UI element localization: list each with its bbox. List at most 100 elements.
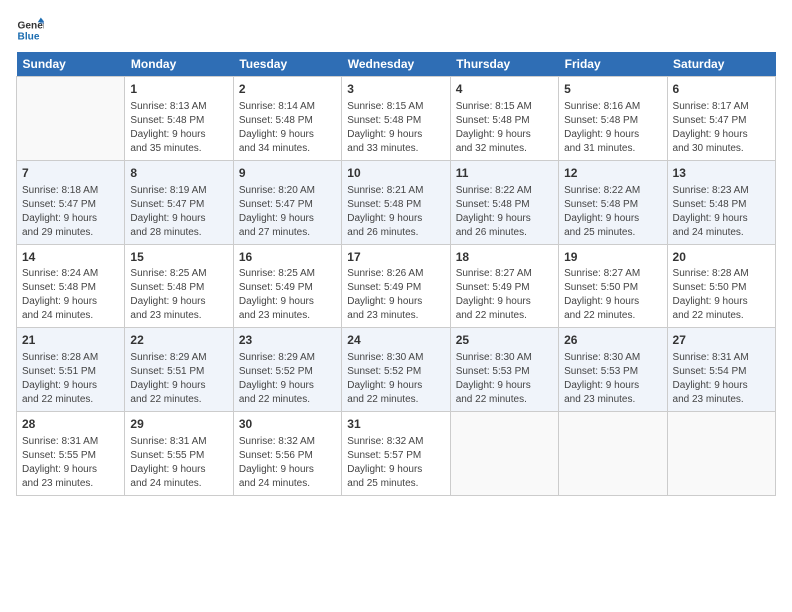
day-info: Daylight: 9 hours xyxy=(564,128,661,142)
day-info: Daylight: 9 hours xyxy=(239,379,336,393)
day-cell: 3Sunrise: 8:15 AMSunset: 5:48 PMDaylight… xyxy=(342,77,450,161)
day-info: Daylight: 9 hours xyxy=(347,212,444,226)
day-info: Daylight: 9 hours xyxy=(347,128,444,142)
day-info: Sunset: 5:48 PM xyxy=(22,281,119,295)
day-info: and 22 minutes. xyxy=(130,393,227,407)
day-number: 9 xyxy=(239,165,336,182)
day-info: Sunset: 5:57 PM xyxy=(347,449,444,463)
day-info: Sunrise: 8:22 AM xyxy=(456,184,553,198)
day-info: and 27 minutes. xyxy=(239,226,336,240)
day-info: and 23 minutes. xyxy=(564,393,661,407)
day-info: Daylight: 9 hours xyxy=(130,128,227,142)
day-cell: 1Sunrise: 8:13 AMSunset: 5:48 PMDaylight… xyxy=(125,77,233,161)
day-info: Sunset: 5:48 PM xyxy=(564,114,661,128)
day-number: 20 xyxy=(673,249,770,266)
day-info: Sunrise: 8:31 AM xyxy=(22,435,119,449)
day-info: and 26 minutes. xyxy=(347,226,444,240)
day-number: 5 xyxy=(564,81,661,98)
day-info: and 22 minutes. xyxy=(456,309,553,323)
day-info: Sunrise: 8:20 AM xyxy=(239,184,336,198)
day-cell: 20Sunrise: 8:28 AMSunset: 5:50 PMDayligh… xyxy=(667,244,775,328)
day-cell: 2Sunrise: 8:14 AMSunset: 5:48 PMDaylight… xyxy=(233,77,341,161)
day-info: Daylight: 9 hours xyxy=(673,379,770,393)
day-cell: 22Sunrise: 8:29 AMSunset: 5:51 PMDayligh… xyxy=(125,328,233,412)
day-info: Sunrise: 8:32 AM xyxy=(347,435,444,449)
day-info: and 30 minutes. xyxy=(673,142,770,156)
day-info: Sunset: 5:48 PM xyxy=(564,198,661,212)
day-number: 15 xyxy=(130,249,227,266)
day-info: Sunset: 5:49 PM xyxy=(347,281,444,295)
day-info: Daylight: 9 hours xyxy=(22,379,119,393)
day-info: and 25 minutes. xyxy=(564,226,661,240)
day-info: Sunrise: 8:30 AM xyxy=(564,351,661,365)
day-info: Sunrise: 8:14 AM xyxy=(239,100,336,114)
day-info: Sunrise: 8:24 AM xyxy=(22,267,119,281)
page-header: General Blue xyxy=(16,16,776,44)
week-row-4: 21Sunrise: 8:28 AMSunset: 5:51 PMDayligh… xyxy=(17,328,776,412)
day-number: 22 xyxy=(130,332,227,349)
day-info: Daylight: 9 hours xyxy=(564,379,661,393)
day-info: and 25 minutes. xyxy=(347,477,444,491)
day-number: 25 xyxy=(456,332,553,349)
day-info: Daylight: 9 hours xyxy=(239,295,336,309)
day-info: Sunset: 5:53 PM xyxy=(456,365,553,379)
calendar-table: SundayMondayTuesdayWednesdayThursdayFrid… xyxy=(16,52,776,496)
day-info: Sunset: 5:47 PM xyxy=(22,198,119,212)
day-cell: 16Sunrise: 8:25 AMSunset: 5:49 PMDayligh… xyxy=(233,244,341,328)
day-info: Daylight: 9 hours xyxy=(564,295,661,309)
day-info: and 22 minutes. xyxy=(347,393,444,407)
day-info: and 24 minutes. xyxy=(673,226,770,240)
day-info: and 23 minutes. xyxy=(673,393,770,407)
day-cell: 4Sunrise: 8:15 AMSunset: 5:48 PMDaylight… xyxy=(450,77,558,161)
day-number: 13 xyxy=(673,165,770,182)
day-info: Sunset: 5:48 PM xyxy=(456,198,553,212)
day-info: Sunrise: 8:27 AM xyxy=(456,267,553,281)
day-header-sunday: Sunday xyxy=(17,52,125,77)
day-header-saturday: Saturday xyxy=(667,52,775,77)
day-info: and 23 minutes. xyxy=(22,477,119,491)
day-info: Daylight: 9 hours xyxy=(347,463,444,477)
day-number: 10 xyxy=(347,165,444,182)
day-info: Sunset: 5:50 PM xyxy=(673,281,770,295)
day-info: and 22 minutes. xyxy=(673,309,770,323)
day-number: 31 xyxy=(347,416,444,433)
day-info: Daylight: 9 hours xyxy=(130,295,227,309)
day-info: Sunrise: 8:30 AM xyxy=(456,351,553,365)
day-number: 28 xyxy=(22,416,119,433)
day-info: Sunrise: 8:19 AM xyxy=(130,184,227,198)
day-header-wednesday: Wednesday xyxy=(342,52,450,77)
day-info: Sunset: 5:48 PM xyxy=(130,114,227,128)
day-info: Sunrise: 8:29 AM xyxy=(130,351,227,365)
day-cell: 13Sunrise: 8:23 AMSunset: 5:48 PMDayligh… xyxy=(667,160,775,244)
day-info: Daylight: 9 hours xyxy=(564,212,661,226)
day-number: 12 xyxy=(564,165,661,182)
day-cell: 11Sunrise: 8:22 AMSunset: 5:48 PMDayligh… xyxy=(450,160,558,244)
day-info: Daylight: 9 hours xyxy=(456,212,553,226)
day-number: 26 xyxy=(564,332,661,349)
day-number: 16 xyxy=(239,249,336,266)
day-info: Daylight: 9 hours xyxy=(456,295,553,309)
day-info: Sunset: 5:48 PM xyxy=(239,114,336,128)
day-info: Sunrise: 8:29 AM xyxy=(239,351,336,365)
day-cell: 9Sunrise: 8:20 AMSunset: 5:47 PMDaylight… xyxy=(233,160,341,244)
day-info: and 34 minutes. xyxy=(239,142,336,156)
day-info: Sunset: 5:48 PM xyxy=(347,114,444,128)
day-info: Daylight: 9 hours xyxy=(239,128,336,142)
day-number: 23 xyxy=(239,332,336,349)
day-info: and 33 minutes. xyxy=(347,142,444,156)
day-cell: 7Sunrise: 8:18 AMSunset: 5:47 PMDaylight… xyxy=(17,160,125,244)
day-cell xyxy=(667,412,775,496)
day-info: and 35 minutes. xyxy=(130,142,227,156)
day-header-thursday: Thursday xyxy=(450,52,558,77)
svg-text:Blue: Blue xyxy=(18,31,40,42)
day-info: Sunrise: 8:13 AM xyxy=(130,100,227,114)
day-number: 6 xyxy=(673,81,770,98)
day-cell: 30Sunrise: 8:32 AMSunset: 5:56 PMDayligh… xyxy=(233,412,341,496)
day-info: and 23 minutes. xyxy=(239,309,336,323)
week-row-1: 1Sunrise: 8:13 AMSunset: 5:48 PMDaylight… xyxy=(17,77,776,161)
day-info: Sunrise: 8:16 AM xyxy=(564,100,661,114)
day-info: Sunrise: 8:28 AM xyxy=(22,351,119,365)
day-info: Sunset: 5:52 PM xyxy=(239,365,336,379)
day-cell: 19Sunrise: 8:27 AMSunset: 5:50 PMDayligh… xyxy=(559,244,667,328)
day-info: Sunrise: 8:22 AM xyxy=(564,184,661,198)
